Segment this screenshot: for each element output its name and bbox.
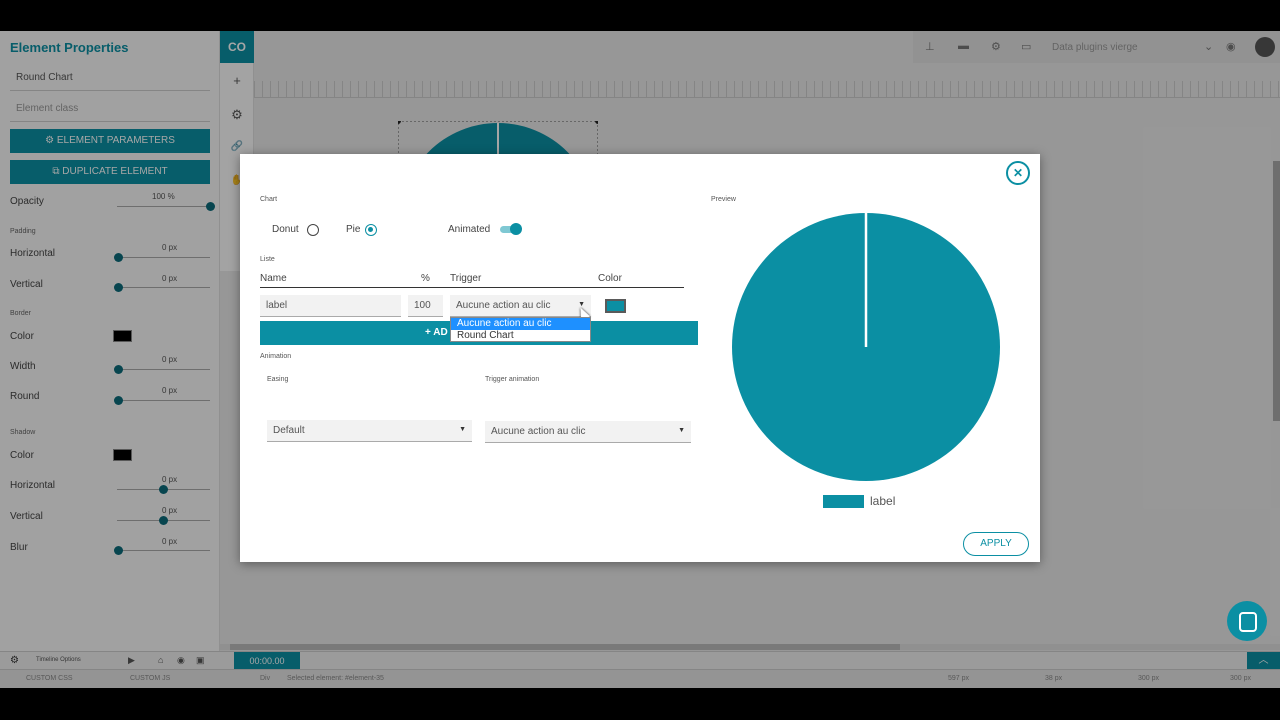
dropdown-option[interactable]: Round Chart xyxy=(451,330,590,342)
donut-radio[interactable] xyxy=(307,224,319,236)
column-trigger-header: Trigger xyxy=(450,273,482,284)
pie-radio[interactable] xyxy=(365,224,377,236)
close-icon[interactable]: ✕ xyxy=(1006,161,1030,185)
trigger-dropdown-list: Aucune action au clic Round Chart xyxy=(450,317,591,342)
column-name-header: Name xyxy=(260,273,287,284)
caret-down-icon: ▼ xyxy=(459,426,466,433)
animated-toggle[interactable] xyxy=(500,223,522,235)
easing-select[interactable]: Default ▼ xyxy=(267,420,472,442)
animation-section-label: Animation xyxy=(260,353,292,360)
row-trigger-value: Aucune action au clic xyxy=(456,300,551,311)
add-row-label: AD xyxy=(433,327,448,338)
editor-screen: Element Properties Round Chart Element c… xyxy=(0,31,1280,688)
dropdown-option[interactable]: Aucune action au clic xyxy=(451,318,590,330)
legend-swatch xyxy=(823,495,864,508)
column-percent-header: % xyxy=(421,273,430,284)
caret-down-icon: ▼ xyxy=(678,427,685,434)
apply-button[interactable]: APPLY xyxy=(963,532,1029,556)
legend-label: label xyxy=(870,494,896,508)
top-letterbox xyxy=(0,0,1280,31)
preview-section-label: Preview xyxy=(711,196,736,203)
chart-section-label: Chart xyxy=(260,196,278,203)
row-trigger-select[interactable]: Aucune action au clic ▼ xyxy=(450,295,591,317)
bottom-letterbox xyxy=(0,688,1280,720)
easing-label: Easing xyxy=(267,376,289,383)
chart-settings-modal: ✕ Chart Donut Pie Animated Liste Name % … xyxy=(240,154,1040,562)
easing-value: Default xyxy=(273,425,305,436)
trigger-animation-value: Aucune action au clic xyxy=(491,426,586,437)
row-percent-input[interactable]: 100 xyxy=(408,295,443,317)
animated-label: Animated xyxy=(448,224,491,235)
liste-section-label: Liste xyxy=(260,256,275,263)
trigger-animation-label: Trigger animation xyxy=(485,376,540,383)
plus-icon: + xyxy=(425,327,434,338)
header-divider xyxy=(260,287,684,288)
pie-label: Pie xyxy=(346,224,361,235)
pie-preview-chart xyxy=(732,213,1000,481)
row-name-input[interactable]: label xyxy=(260,295,401,317)
trigger-animation-select[interactable]: Aucune action au clic ▼ xyxy=(485,421,691,443)
row-color-swatch[interactable] xyxy=(605,299,626,313)
chat-button[interactable] xyxy=(1227,601,1267,641)
donut-label: Donut xyxy=(272,224,299,235)
column-color-header: Color xyxy=(598,273,622,284)
